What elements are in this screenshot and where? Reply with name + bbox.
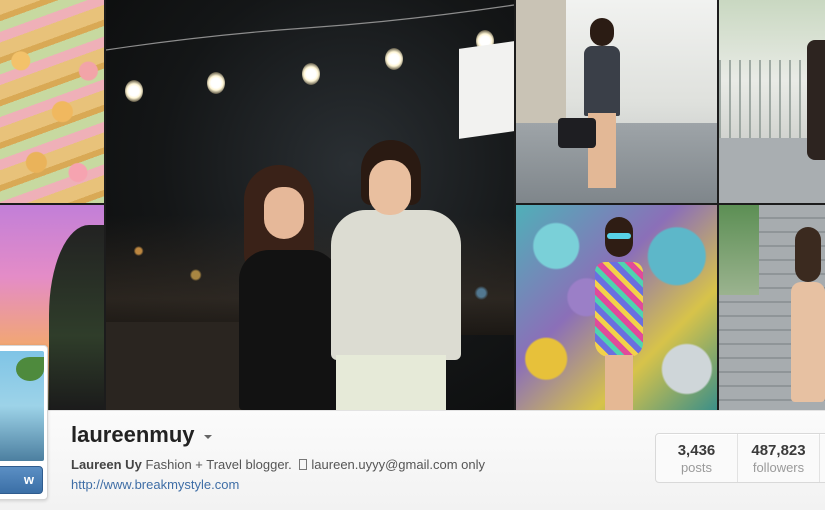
mail-icon <box>299 459 308 470</box>
rock-silhouette <box>49 225 104 410</box>
woman-black-dress <box>234 165 344 410</box>
black-bag <box>558 118 596 148</box>
photo-graffiti-wall[interactable] <box>516 205 717 410</box>
stat-value: 3,436 <box>677 442 716 459</box>
bio-text: Fashion + Travel blogger. <box>145 457 292 472</box>
photo-grid <box>0 0 825 410</box>
username[interactable]: laureenmuy <box>71 422 195 448</box>
light-bulb <box>207 72 225 94</box>
woman-colorful-dress <box>591 217 647 410</box>
stat-followers[interactable]: 487,823 followers <box>738 434 820 482</box>
photo-night-friends[interactable] <box>106 0 514 410</box>
light-bulb <box>385 48 403 70</box>
photo-stairs[interactable] <box>719 205 825 410</box>
light-bulb <box>302 63 320 85</box>
follow-button[interactable]: w <box>0 466 43 494</box>
caret-down-icon[interactable] <box>203 434 212 439</box>
photo-macarons[interactable] <box>0 0 104 203</box>
stat-value: 487,823 <box>751 442 806 459</box>
bio-name: Laureen Uy <box>71 457 142 472</box>
photo-railing-walkway[interactable] <box>719 0 825 203</box>
bio: Laureen Uy Fashion + Travel blogger. lau… <box>71 457 485 472</box>
photo-street-overalls[interactable] <box>516 0 717 203</box>
avatar-card: w <box>0 345 48 500</box>
light-bulb <box>125 80 143 102</box>
woman-overalls <box>578 18 628 193</box>
website-link[interactable]: http://www.breakmystyle.com <box>71 477 239 492</box>
stat-label: posts <box>680 460 713 475</box>
stat-posts[interactable]: 3,436 posts <box>656 434 738 482</box>
white-awning <box>459 41 514 139</box>
stat-label: followers <box>752 460 805 475</box>
woman-white-top <box>331 140 461 410</box>
bio-email: laureen.uyyy@gmail.com only <box>311 457 486 472</box>
woman-on-stairs <box>787 227 825 402</box>
avatar[interactable] <box>0 351 44 461</box>
username-row: laureenmuy <box>71 422 212 448</box>
profile-stats: 3,436 posts 487,823 followers <box>655 433 825 483</box>
